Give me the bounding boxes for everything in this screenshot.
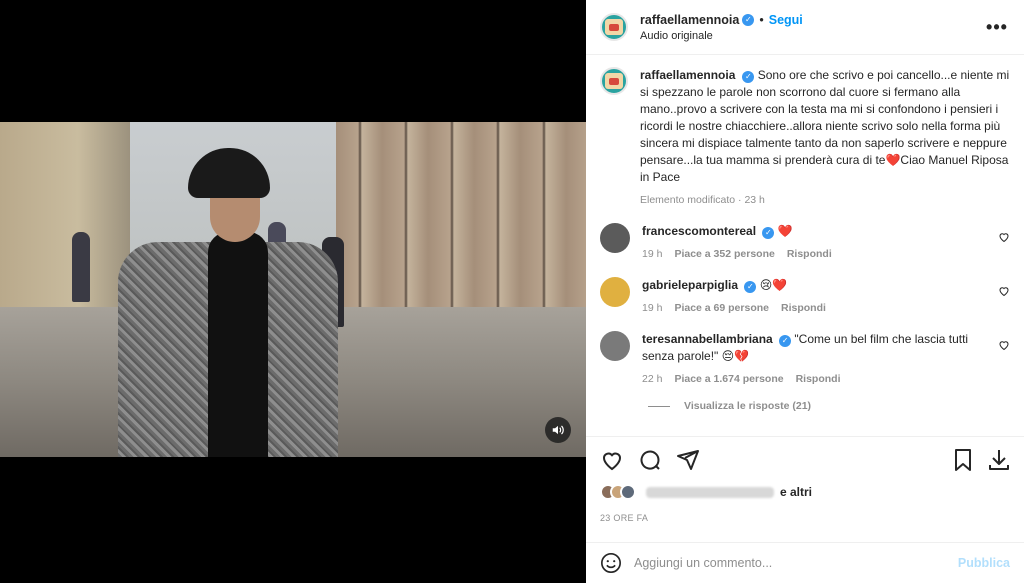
media-area — [0, 0, 586, 583]
video-man-sweater — [208, 232, 268, 457]
heart-icon — [602, 452, 622, 470]
video-player[interactable] — [0, 122, 586, 457]
comment-username[interactable]: teresannabellambriana — [642, 332, 773, 346]
publish-button[interactable]: Pubblica — [958, 556, 1010, 570]
comment-avatar[interactable] — [600, 331, 630, 361]
comment-avatar[interactable] — [600, 277, 630, 307]
add-comment-bar: Pubblica — [586, 542, 1024, 583]
comment-time[interactable]: 22 h — [642, 373, 662, 385]
comment: francescomontereal ✓ ❤️ 19 h Piace a 352 … — [600, 223, 1010, 263]
share-button[interactable] — [676, 448, 700, 472]
download-icon — [989, 449, 1009, 470]
video-man-beanie — [188, 148, 270, 198]
comment-likes[interactable]: Piace a 352 persone — [674, 248, 774, 260]
action-bar — [586, 436, 1024, 482]
reply-button[interactable]: Rispondi — [781, 302, 826, 314]
caption-avatar[interactable] — [600, 67, 628, 95]
post-header: raffaellamennoia ✓ • Segui Audio origina… — [586, 0, 1024, 55]
download-button[interactable] — [988, 448, 1010, 472]
comment-bubble-icon — [640, 450, 660, 470]
paper-plane-icon — [677, 449, 699, 470]
verified-badge-icon: ✓ — [742, 13, 755, 26]
comment-avatar[interactable] — [600, 223, 630, 253]
video-pedestrian — [72, 232, 90, 302]
heart-outline-icon[interactable] — [998, 339, 1010, 351]
more-options-icon[interactable]: ••• — [984, 17, 1010, 38]
instagram-post-modal: raffaellamennoia ✓ • Segui Audio origina… — [0, 0, 1024, 583]
comments-section: raffaellamennoia ✓ Sono ore che scrivo e … — [586, 55, 1024, 436]
liker-avatars — [600, 484, 636, 500]
video-man — [118, 142, 338, 457]
likes-summary[interactable]: e altri — [600, 484, 812, 500]
author-username[interactable]: raffaellamennoia — [640, 13, 739, 27]
reply-button[interactable]: Rispondi — [787, 248, 832, 260]
audio-toggle-button[interactable] — [545, 417, 571, 443]
caption: raffaellamennoia ✓ Sono ore che scrivo e … — [600, 67, 1010, 209]
separator-dot: • — [759, 12, 764, 27]
replies-divider — [648, 405, 670, 407]
comment-username[interactable]: francescomontereal — [642, 224, 756, 238]
verified-badge-icon: ✓ — [744, 281, 757, 293]
audio-label[interactable]: Audio originale — [640, 30, 984, 42]
save-button[interactable] — [952, 448, 974, 472]
comment-time[interactable]: 19 h — [642, 248, 662, 260]
bookmark-icon — [955, 448, 971, 471]
follow-button[interactable]: Segui — [769, 13, 803, 27]
heart-outline-icon[interactable] — [998, 285, 1010, 297]
comment-text: ❤️ — [777, 224, 793, 238]
comment-time[interactable]: 19 h — [642, 302, 662, 314]
reply-button[interactable]: Rispondi — [796, 373, 841, 385]
post-timestamp: 23 ORE FA — [600, 513, 649, 523]
caption-text: Sono ore che scrivo e poi cancello...e n… — [640, 68, 1010, 184]
verified-badge-icon: ✓ — [762, 227, 775, 239]
heart-outline-icon[interactable] — [998, 231, 1010, 243]
caption-edited: Elemento modificato · 23 h — [640, 194, 765, 206]
post-side-panel: raffaellamennoia ✓ • Segui Audio origina… — [586, 0, 1024, 583]
blurred-likers — [646, 486, 774, 498]
comment-username[interactable]: gabrieleparpiglia — [642, 278, 738, 292]
like-button[interactable] — [600, 448, 624, 472]
likes-others-label[interactable]: e altri — [780, 485, 812, 499]
comment-text: 😢❤️ — [759, 278, 788, 292]
view-replies-label: Visualizza le risposte (21) — [684, 400, 812, 412]
view-replies-button[interactable]: Visualizza le risposte (21) — [648, 400, 1010, 412]
verified-badge-icon: ✓ — [742, 71, 755, 83]
comment-likes[interactable]: Piace a 69 persone — [674, 302, 769, 314]
comment-button[interactable] — [638, 448, 662, 472]
speaker-icon — [552, 425, 564, 435]
emoji-icon[interactable] — [600, 552, 622, 574]
comment-input[interactable] — [634, 556, 958, 570]
caption-username[interactable]: raffaellamennoia — [640, 68, 735, 82]
comment: teresannabellambriana ✓ "Come un bel fil… — [600, 331, 1010, 388]
comment: gabrieleparpiglia ✓ 😢❤️ 19 h Piace a 69 p… — [600, 277, 1010, 317]
post-header-text: raffaellamennoia ✓ • Segui Audio origina… — [640, 13, 984, 42]
author-avatar[interactable] — [600, 13, 628, 41]
verified-badge-icon: ✓ — [779, 335, 792, 347]
comment-likes[interactable]: Piace a 1.674 persone — [674, 373, 783, 385]
